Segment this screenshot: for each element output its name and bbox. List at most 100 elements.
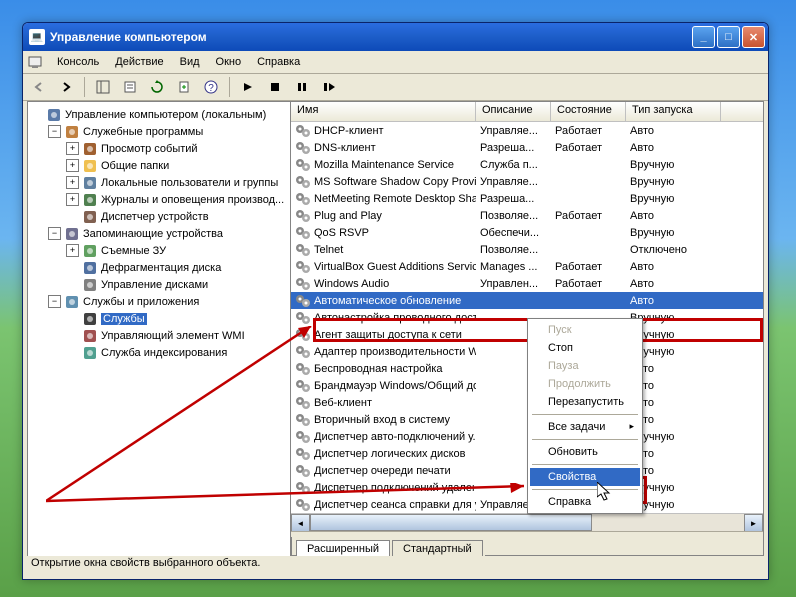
service-state: Работает (551, 125, 626, 137)
service-row[interactable]: DHCP-клиентУправляе...РаботаетАвто (291, 122, 763, 139)
service-startup: Вручную (626, 227, 721, 239)
close-button[interactable]: ✕ (742, 26, 765, 48)
tree-item[interactable]: −Служебные программы (30, 123, 288, 140)
help-button[interactable]: ? (199, 75, 223, 99)
tab-extended[interactable]: Расширенный (296, 540, 390, 557)
column-header[interactable]: Тип запуска (626, 102, 721, 121)
properties-button[interactable] (118, 75, 142, 99)
forward-button[interactable] (54, 75, 78, 99)
service-name: Диспетчер логических дисков (314, 448, 466, 460)
column-header[interactable]: Имя (291, 102, 476, 121)
tree-label: Запоминающие устройства (83, 228, 223, 240)
pause-button[interactable] (290, 75, 314, 99)
tree-item[interactable]: −Службы и приложения (30, 293, 288, 310)
service-row[interactable]: VirtualBox Guest Additions ServiceManage… (291, 258, 763, 275)
scroll-track[interactable] (310, 514, 744, 531)
play-button[interactable] (236, 75, 260, 99)
tab-standard[interactable]: Стандартный (392, 540, 483, 557)
tree-label: Просмотр событий (101, 143, 198, 155)
context-menu-item[interactable]: Свойства (530, 468, 640, 486)
tree-item[interactable]: + Просмотр событий (30, 140, 288, 157)
svg-text:?: ? (208, 83, 214, 94)
service-row[interactable]: QoS RSVPОбеспечи...Вручную (291, 224, 763, 241)
gear-icon (295, 174, 311, 190)
expand-icon[interactable]: + (66, 142, 79, 155)
scroll-right-button[interactable]: ► (744, 514, 763, 532)
column-header[interactable]: Состояние (551, 102, 626, 121)
tree-item[interactable]: +Локальные пользователи и группы (30, 174, 288, 191)
service-desc: Позволяе... (476, 210, 551, 222)
export-button[interactable] (172, 75, 196, 99)
context-menu-item[interactable]: Стоп (530, 339, 640, 357)
stop-button[interactable] (263, 75, 287, 99)
tree-item[interactable]: Дефрагментация диска (30, 259, 288, 276)
service-name: Адаптер производительности WM... (314, 346, 476, 358)
scroll-left-button[interactable]: ◄ (291, 514, 310, 532)
context-menu-item: Пуск (530, 321, 640, 339)
service-name: Вторичный вход в систему (314, 414, 450, 426)
gear-icon (82, 311, 98, 327)
context-menu-item[interactable]: Все задачи (530, 418, 640, 436)
service-row[interactable]: Plug and PlayПозволяе...РаботаетАвто (291, 207, 763, 224)
restart-button[interactable] (317, 75, 341, 99)
context-menu[interactable]: ПускСтопПаузаПродолжитьПерезапуститьВсе … (527, 318, 643, 514)
service-state: Работает (551, 278, 626, 290)
service-row[interactable]: Mozilla Maintenance ServiceСлужба п...Вр… (291, 156, 763, 173)
tree-item[interactable]: Управление дисками (30, 276, 288, 293)
expand-icon[interactable]: + (66, 193, 79, 206)
gear-icon (295, 157, 311, 173)
menu-separator (532, 414, 638, 415)
tree-item[interactable]: +Общие папки (30, 157, 288, 174)
context-menu-item[interactable]: Перезапустить (530, 393, 640, 411)
service-row[interactable]: DNS-клиентРазреша...РаботаетАвто (291, 139, 763, 156)
gear-icon (295, 242, 311, 258)
service-name: Mozilla Maintenance Service (314, 159, 454, 171)
service-startup: Авто (626, 261, 721, 273)
minimize-button[interactable]: _ (692, 26, 715, 48)
tree-item[interactable]: +Съемные ЗУ (30, 242, 288, 259)
list-header[interactable]: ИмяОписаниеСостояниеТип запуска (291, 102, 763, 122)
menu-separator (532, 439, 638, 440)
column-header[interactable]: Описание (476, 102, 551, 121)
tree-item[interactable]: Диспетчер устройств (30, 208, 288, 225)
expand-icon[interactable]: + (66, 244, 79, 257)
menubar: Консоль Действие Вид Окно Справка (23, 51, 768, 74)
expand-icon[interactable]: + (66, 176, 79, 189)
refresh-button[interactable] (145, 75, 169, 99)
context-menu-item: Продолжить (530, 375, 640, 393)
gear-icon (295, 140, 311, 156)
service-desc: Обеспечи... (476, 227, 551, 239)
maximize-button[interactable]: □ (717, 26, 740, 48)
service-desc: Позволяе... (476, 244, 551, 256)
menu-help[interactable]: Справка (249, 54, 308, 70)
service-name: Диспетчер очереди печати (314, 465, 451, 477)
tree-item[interactable]: +Журналы и оповещения производ... (30, 191, 288, 208)
expand-icon[interactable]: − (48, 125, 61, 138)
titlebar[interactable]: 💻 Управление компьютером _ □ ✕ (23, 23, 768, 51)
tree-label: Управление компьютером (локальным) (65, 109, 266, 121)
service-row[interactable]: Windows AudioУправлен...РаботаетАвто (291, 275, 763, 292)
tree-item[interactable]: Службы (30, 310, 288, 327)
service-row[interactable]: NetMeeting Remote Desktop SharingРазреша… (291, 190, 763, 207)
service-row[interactable]: Автоматическое обновлениеАвто (291, 292, 763, 309)
service-row[interactable]: MS Software Shadow Copy ProviderУправляе… (291, 173, 763, 190)
menu-window[interactable]: Окно (208, 54, 250, 70)
scroll-thumb[interactable] (310, 514, 592, 531)
context-menu-item[interactable]: Справка (530, 493, 640, 511)
scrollbar-horizontal[interactable]: ◄ ► (291, 513, 763, 531)
menu-view[interactable]: Вид (172, 54, 208, 70)
menu-console[interactable]: Консоль (49, 54, 107, 70)
service-name: Автонастройка проводного дост... (314, 312, 476, 324)
menu-action[interactable]: Действие (107, 54, 171, 70)
expand-icon[interactable]: − (48, 295, 61, 308)
expand-icon[interactable]: + (66, 159, 79, 172)
service-startup: Авто (626, 142, 721, 154)
tree-label: Управление дисками (101, 279, 208, 291)
show-tree-button[interactable] (91, 75, 115, 99)
expand-icon[interactable]: − (48, 227, 61, 240)
tree-item[interactable]: − Запоминающие устройства (30, 225, 288, 242)
service-row[interactable]: TelnetПозволяе...Отключено (291, 241, 763, 258)
back-button[interactable] (27, 75, 51, 99)
tree-item[interactable]: Управление компьютером (локальным) (30, 106, 288, 123)
context-menu-item[interactable]: Обновить (530, 443, 640, 461)
